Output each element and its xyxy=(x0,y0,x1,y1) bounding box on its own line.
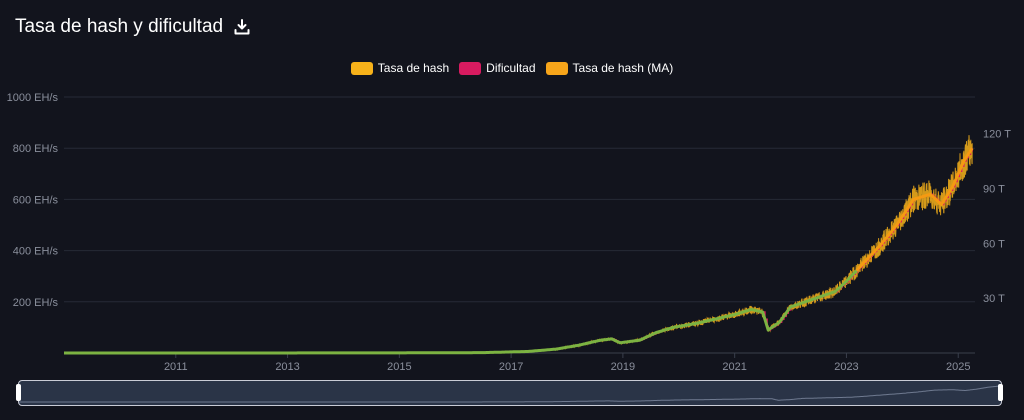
chart-plot: 200 EH/s 400 EH/s 600 EH/s 800 EH/s 1000 EH/… xyxy=(7,92,1012,373)
y-left-tick-label: 400 EH/s xyxy=(13,246,59,258)
range-navigator[interactable] xyxy=(16,380,1003,406)
y-right-tick-label: 90 T xyxy=(983,183,1005,195)
y-left-tick-label: 200 EH/s xyxy=(13,297,59,309)
navigator-right-handle[interactable] xyxy=(998,384,1003,401)
y-left-tick-label: 600 EH/s xyxy=(13,194,59,206)
x-tick-label: 2023 xyxy=(834,361,858,373)
y-right-tick-label: 120 T xyxy=(983,129,1011,141)
x-tick-label: 2015 xyxy=(387,361,411,373)
y-left-tick-label: 800 EH/s xyxy=(13,143,59,155)
y-right-tick-label: 60 T xyxy=(983,238,1005,250)
navigator-window[interactable] xyxy=(18,380,1002,406)
navigator-preview xyxy=(19,385,998,403)
series-hashrate-line xyxy=(64,135,973,354)
x-tick-label: 2021 xyxy=(722,361,746,373)
y-left-tick-label: 1000 EH/s xyxy=(7,92,59,104)
x-tick-label: 2025 xyxy=(946,361,970,373)
x-tick-label: 2019 xyxy=(611,361,635,373)
x-tick-label: 2017 xyxy=(499,361,523,373)
navigator-left-handle[interactable] xyxy=(16,384,21,401)
x-tick-label: 2011 xyxy=(164,361,188,373)
x-tick-label: 2013 xyxy=(275,361,299,373)
y-right-tick-label: 30 T xyxy=(983,293,1005,305)
